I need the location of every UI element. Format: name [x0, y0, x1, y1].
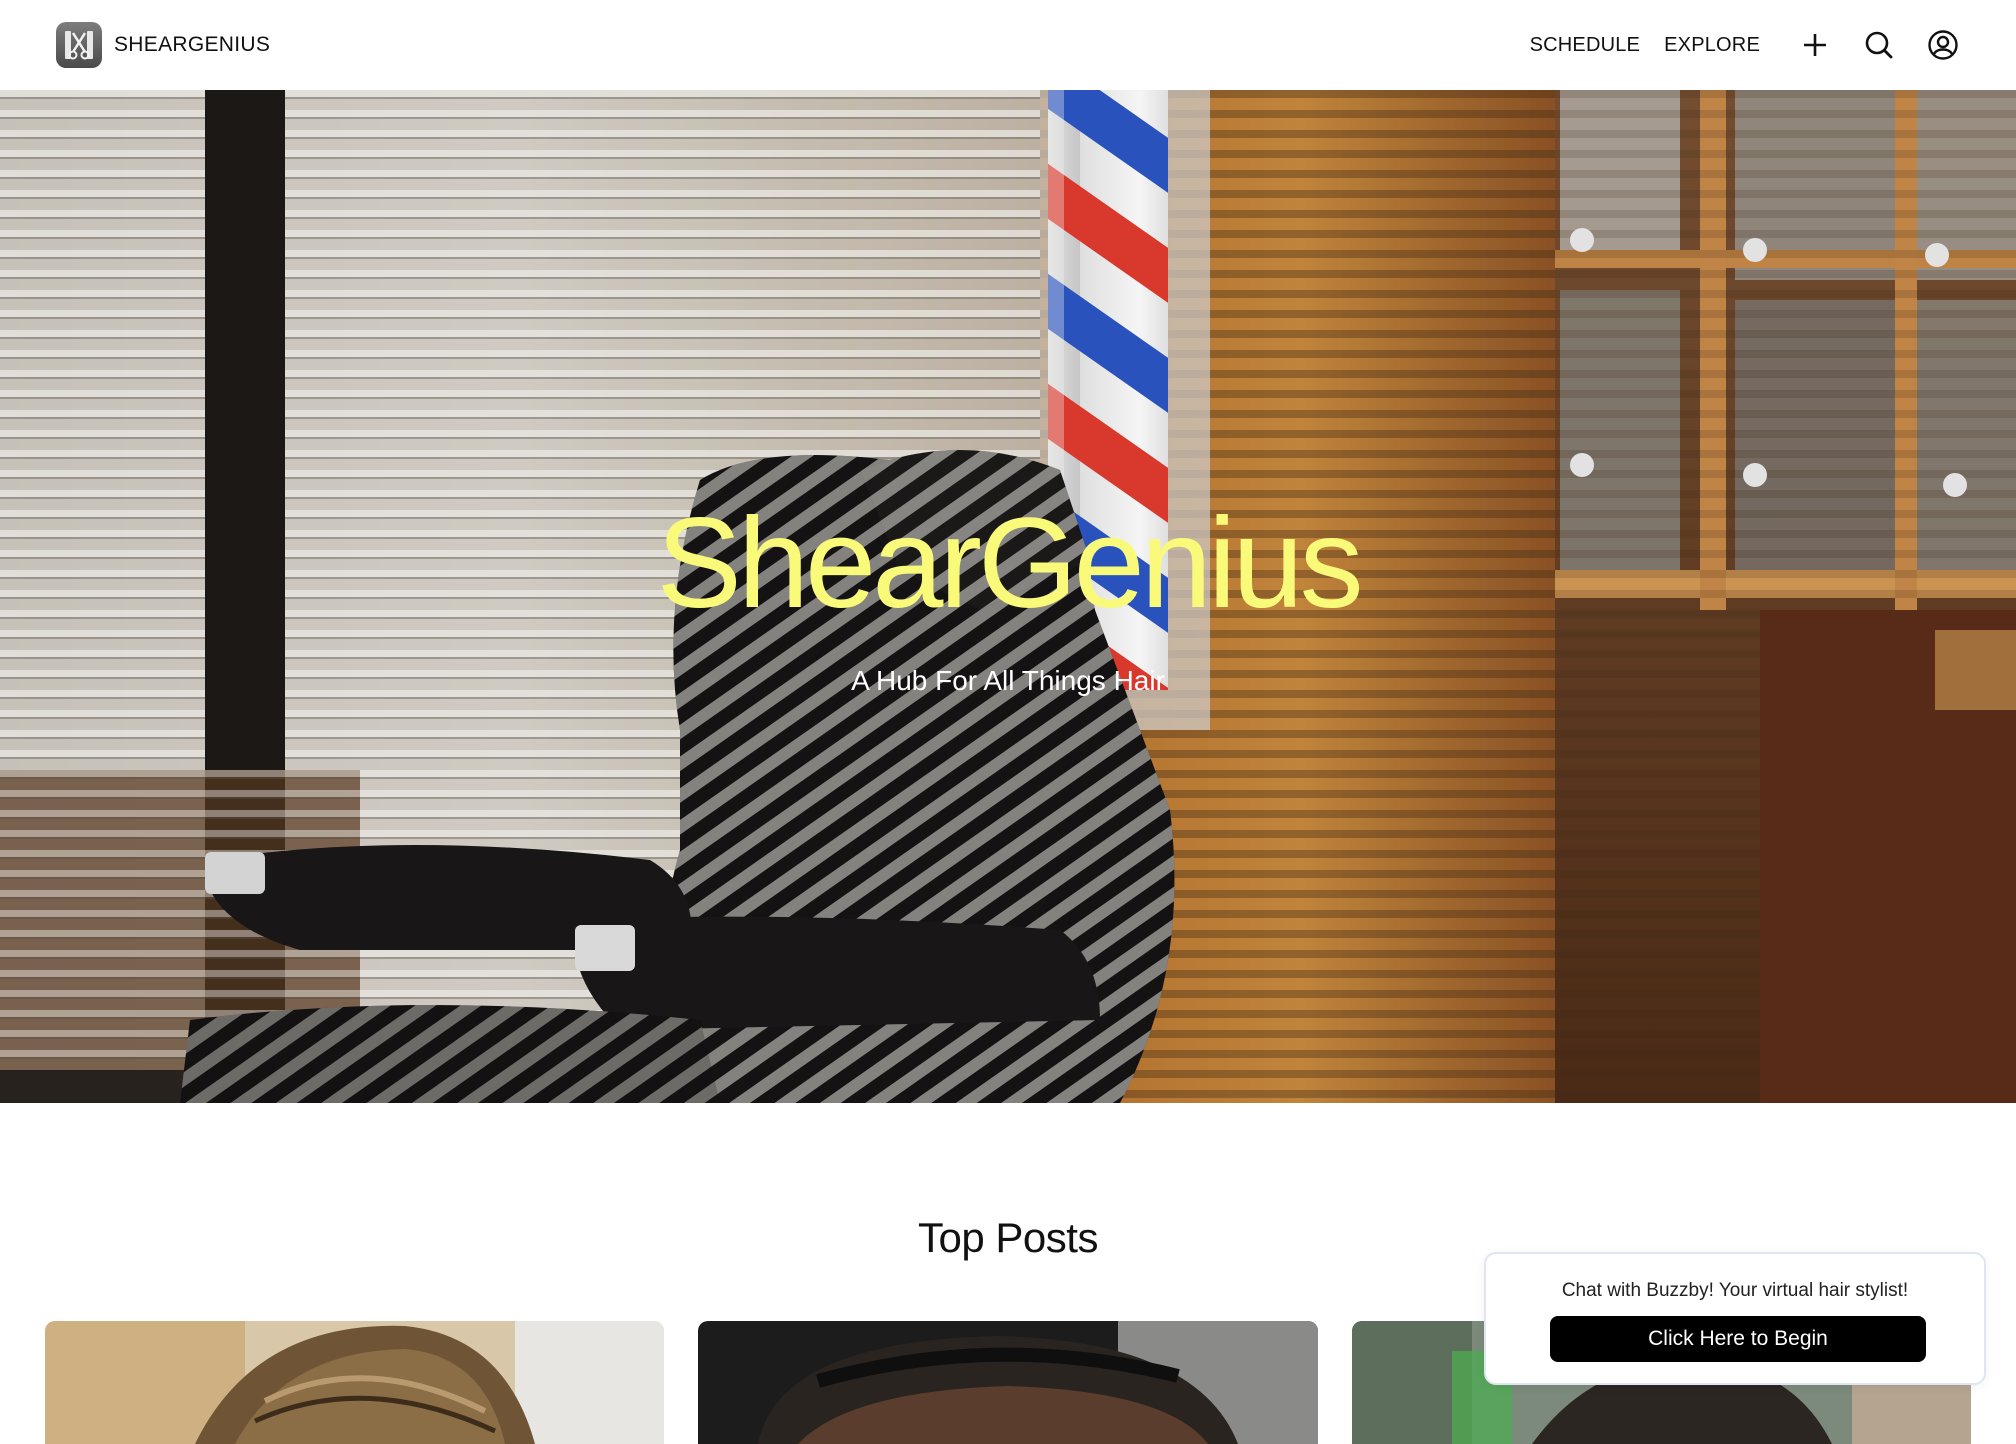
brand-link[interactable]: SHEARGENIUS: [56, 22, 270, 68]
account-icon[interactable]: [1926, 28, 1960, 62]
post-card[interactable]: [698, 1321, 1318, 1444]
search-icon[interactable]: [1862, 28, 1896, 62]
nav-schedule-link[interactable]: SCHEDULE: [1530, 34, 1641, 57]
hero-title: ShearGenius: [656, 492, 1363, 635]
plus-icon[interactable]: [1798, 28, 1832, 62]
nav-explore-link[interactable]: EXPLORE: [1664, 34, 1760, 57]
chat-widget: Chat with Buzzby! Your virtual hair styl…: [1484, 1252, 1986, 1385]
main-nav: SCHEDULE EXPLORE: [1530, 28, 1960, 62]
post-card[interactable]: [45, 1321, 664, 1444]
chat-message: Chat with Buzzby! Your virtual hair styl…: [1561, 1280, 1909, 1301]
hero-banner: ShearGenius A Hub For All Things Hair: [0, 90, 2016, 1103]
hair-photo-1: [45, 1321, 664, 1444]
hair-photo-2: [698, 1321, 1318, 1444]
site-header: SHEARGENIUS SCHEDULE EXPLORE: [0, 0, 2016, 90]
chat-begin-button[interactable]: Click Here to Begin: [1550, 1316, 1926, 1362]
brand-name: SHEARGENIUS: [114, 33, 271, 56]
scissors-logo-icon: [56, 22, 102, 68]
hero-subtitle: A Hub For All Things Hair: [851, 665, 1165, 696]
